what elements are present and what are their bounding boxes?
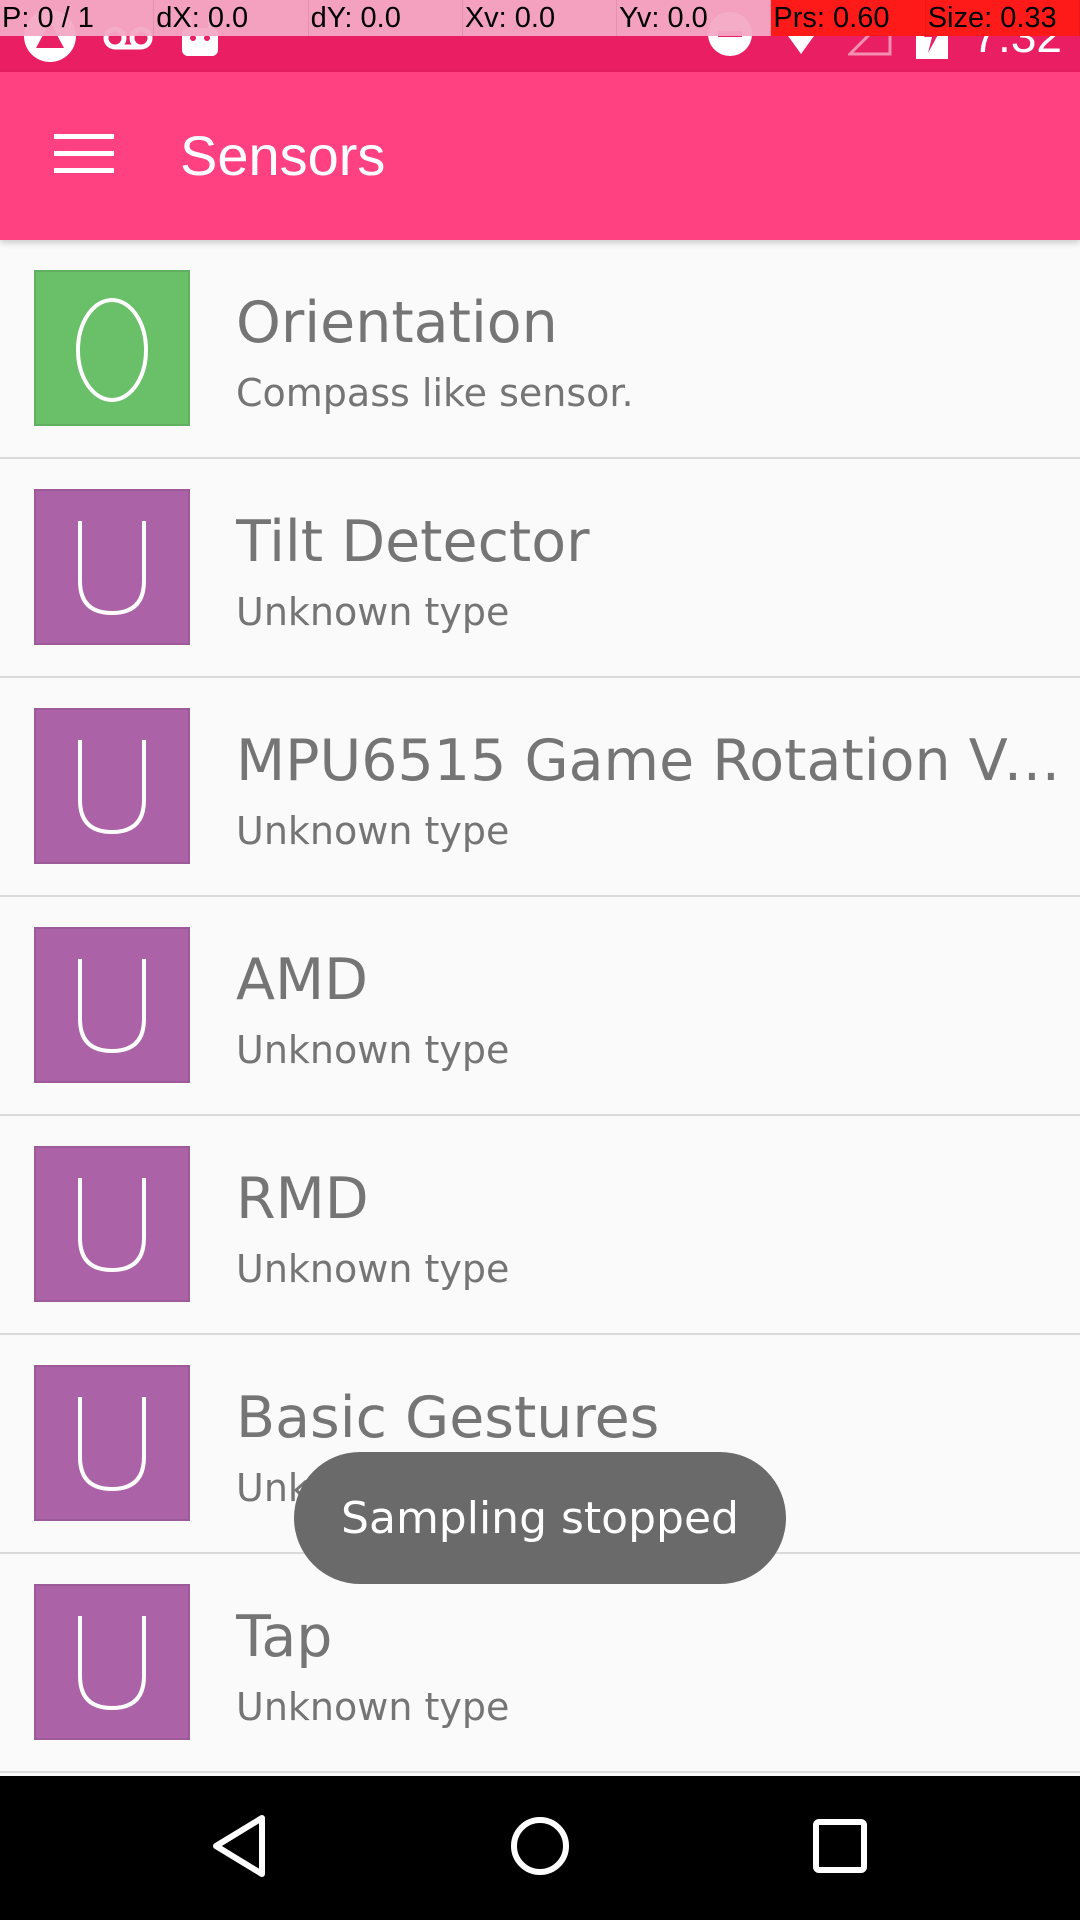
sensor-type-icon — [34, 489, 190, 645]
recents-icon — [810, 1816, 870, 1880]
pointer-location-overlay: P: 0 / 1 dX: 0.0 dY: 0.0 Xv: 0.0 Yv: 0.0… — [0, 0, 1080, 36]
back-button[interactable] — [180, 1798, 300, 1898]
sensor-type-icon — [34, 708, 190, 864]
hamburger-menu-button[interactable] — [34, 116, 134, 196]
list-item[interactable]: Orientation Compass like sensor. — [0, 240, 1080, 459]
sensor-name: Orientation — [236, 290, 558, 356]
sensor-name: Tilt Detector — [236, 509, 590, 575]
recents-button[interactable] — [780, 1798, 900, 1898]
pointer-xv: Xv: 0.0 — [462, 0, 618, 36]
pointer-pressure: Prs: 0.60 — [771, 0, 926, 36]
home-icon — [508, 1814, 572, 1882]
list-item[interactable]: Tilt Detector Unknown type — [0, 459, 1080, 678]
list-item[interactable]: AMD Unknown type — [0, 897, 1080, 1116]
sensor-type-icon — [34, 927, 190, 1083]
sensor-type: Unknown type — [236, 1028, 510, 1072]
sensor-type: Unknown type — [236, 1685, 510, 1729]
toast: Sampling stopped — [294, 1452, 786, 1584]
sensor-name: Tap — [236, 1604, 333, 1670]
list-item[interactable]: Tap Unknown type — [0, 1554, 1080, 1773]
navigation-bar — [0, 1776, 1080, 1920]
pointer-yv: Yv: 0.0 — [617, 0, 772, 36]
home-button[interactable] — [480, 1798, 600, 1898]
sensor-type-icon — [34, 1146, 190, 1302]
sensor-type: Unknown type — [236, 590, 510, 634]
sensor-name: AMD — [236, 947, 369, 1013]
sensor-type: Unknown type — [236, 1247, 510, 1291]
list-item[interactable]: RMD Unknown type — [0, 1116, 1080, 1335]
pointer-dx: dX: 0.0 — [154, 0, 309, 36]
sensor-type-icon — [34, 1365, 190, 1521]
toast-message: Sampling stopped — [341, 1492, 739, 1544]
list-item[interactable]: MPU6515 Game Rotation Vec… Unknown type — [0, 678, 1080, 897]
sensor-type: Unknown type — [236, 809, 510, 853]
back-icon — [210, 1814, 270, 1882]
pointer-size: Size: 0.33 — [925, 0, 1080, 36]
pointer-dy: dY: 0.0 — [308, 0, 463, 36]
sensor-type: Compass like sensor. — [236, 371, 634, 415]
hamburger-menu-icon — [54, 134, 114, 178]
sensor-type-icon — [34, 270, 190, 426]
page-title: Sensors — [180, 124, 386, 187]
sensor-name: MPU6515 Game Rotation Vec… — [236, 728, 1076, 794]
sensor-name: RMD — [236, 1166, 369, 1232]
sensor-type-icon — [34, 1584, 190, 1740]
pointer-count: P: 0 / 1 — [0, 0, 155, 36]
sensor-name: Basic Gestures — [236, 1385, 660, 1451]
app-bar: Sensors — [0, 72, 1080, 240]
